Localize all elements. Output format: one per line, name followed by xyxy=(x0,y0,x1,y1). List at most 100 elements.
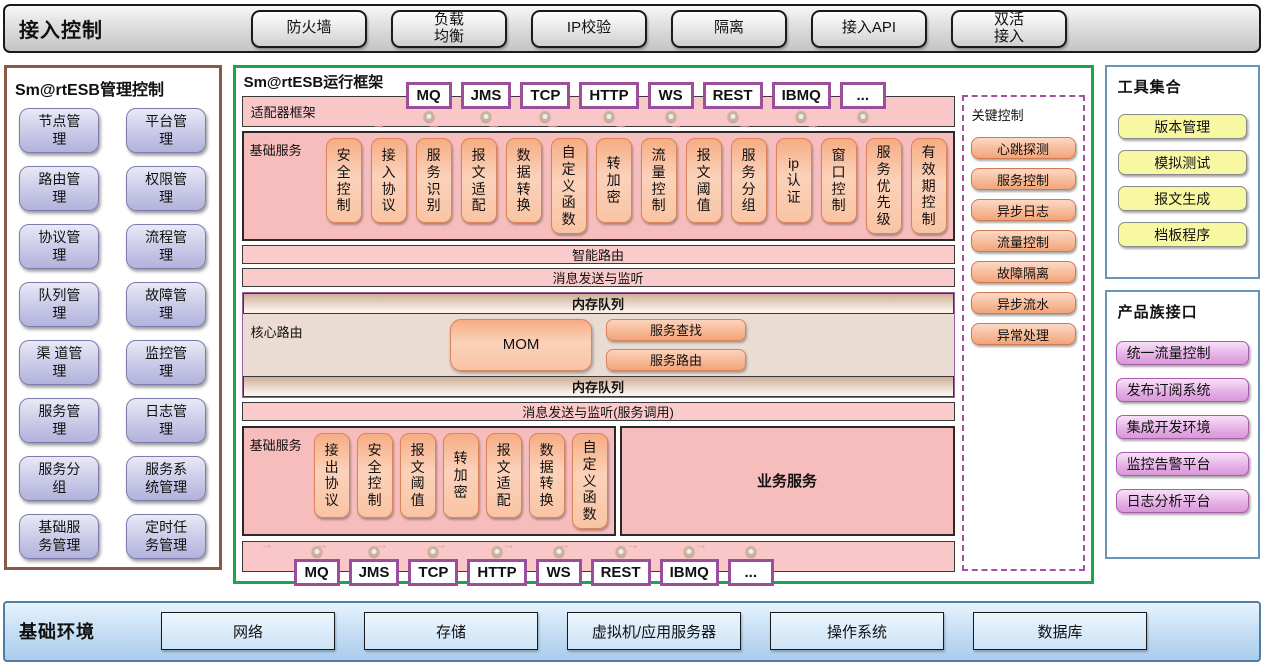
key-control-button[interactable]: 服务控制 xyxy=(971,168,1076,190)
service-route-button[interactable]: 服务路由 xyxy=(606,349,746,371)
tool-button[interactable]: 报文生成 xyxy=(1118,186,1247,211)
protocol-box[interactable]: TCP xyxy=(520,82,570,109)
protocol-label: HTTP xyxy=(477,564,516,581)
management-button[interactable]: 故障管理 xyxy=(126,282,206,327)
basic-service-item[interactable]: 流量控制 xyxy=(641,138,677,223)
protocol-box[interactable]: WS xyxy=(648,82,694,109)
basic-service-item[interactable]: ip认证 xyxy=(776,138,812,223)
management-button[interactable]: 监控管理 xyxy=(126,340,206,385)
basic-service-item[interactable]: 自定义函数 xyxy=(551,138,587,234)
management-button[interactable]: 节点管理 xyxy=(19,108,99,153)
access-control-button[interactable]: 双活 接入 xyxy=(951,10,1067,48)
basic-service-item[interactable]: 转加密 xyxy=(596,138,632,223)
protocol-box[interactable]: IBMQ xyxy=(660,559,719,586)
access-control-button[interactable]: 负载 均衡 xyxy=(391,10,507,48)
basic-service-item[interactable]: 数据转换 xyxy=(506,138,542,223)
mom-box[interactable]: MOM xyxy=(450,319,592,371)
management-button[interactable]: 路由管理 xyxy=(19,166,99,211)
key-control-items: 心跳探测 服务控制 异步日志 流量控制 故障隔离 异步流水 异常处理 xyxy=(971,137,1076,345)
protocol-label: TCP xyxy=(530,87,560,104)
key-control-button[interactable]: 流量控制 xyxy=(971,230,1076,252)
product-family-button[interactable]: 日志分析平台 xyxy=(1116,489,1249,513)
service-lookup-button[interactable]: 服务查找 xyxy=(606,319,746,341)
protocol-box[interactable]: ... xyxy=(728,559,774,586)
basic-service-item[interactable]: 窗口控制 xyxy=(821,138,857,223)
key-control-button[interactable]: 异步流水 xyxy=(971,292,1076,314)
basic-service-item[interactable]: 接入协议 xyxy=(371,138,407,223)
basic-service-item[interactable]: 服务分组 xyxy=(731,138,767,223)
key-control-button[interactable]: 异常处理 xyxy=(971,323,1076,345)
protocol-box[interactable]: REST xyxy=(703,82,763,109)
key-control-button[interactable]: 故障隔离 xyxy=(971,261,1076,283)
product-family-button[interactable]: 统一流量控制 xyxy=(1116,341,1249,365)
memory-queue-bottom-bar[interactable]: 内存队列 xyxy=(243,376,954,397)
runtime-framework-panel: Sm@rtESB运行框架 → MQ xyxy=(233,65,1094,584)
environment-button[interactable]: 存储 xyxy=(364,612,538,650)
basic-service-item[interactable]: 安全控制 xyxy=(357,433,393,518)
management-button[interactable]: 定时任务管理 xyxy=(126,514,206,559)
protocol-box[interactable]: WS xyxy=(536,559,582,586)
basic-service-item[interactable]: 数据转换 xyxy=(529,433,565,518)
access-control-button[interactable]: IP校验 xyxy=(531,10,647,48)
protocol-box[interactable]: JMS xyxy=(349,559,400,586)
protocol-box[interactable]: REST xyxy=(591,559,651,586)
environment-button[interactable]: 虚拟机/应用服务器 xyxy=(567,612,741,650)
management-button[interactable]: 协议管理 xyxy=(19,224,99,269)
access-control-button[interactable]: 接入API xyxy=(811,10,927,48)
management-button[interactable]: 日志管理 xyxy=(126,398,206,443)
product-family-button[interactable]: 发布订阅系统 xyxy=(1116,378,1249,402)
basic-service-item[interactable]: 转加密 xyxy=(443,433,479,518)
management-button[interactable]: 服务分组 xyxy=(19,456,99,501)
protocol-box[interactable]: JMS xyxy=(461,82,512,109)
smart-routing-bar[interactable]: 智能路由 xyxy=(242,245,955,264)
basic-service-item[interactable]: 服务识别 xyxy=(416,138,452,223)
key-control-button[interactable]: 心跳探测 xyxy=(971,137,1076,159)
access-control-button[interactable]: 防火墙 xyxy=(251,10,367,48)
product-family-button[interactable]: 监控告警平台 xyxy=(1116,452,1249,476)
management-button[interactable]: 流程管理 xyxy=(126,224,206,269)
environment-button[interactable]: 网络 xyxy=(161,612,335,650)
environment-button[interactable]: 数据库 xyxy=(973,612,1147,650)
basic-service-item[interactable]: 服务优先级 xyxy=(866,138,902,234)
memory-queue-top-bar[interactable]: 内存队列 xyxy=(243,293,954,314)
management-button[interactable]: 渠 道管理 xyxy=(19,340,99,385)
product-family-button[interactable]: 集成开发环境 xyxy=(1116,415,1249,439)
connector-dot-icon xyxy=(857,111,868,122)
basic-service-item[interactable]: 报文阈值 xyxy=(686,138,722,223)
tools-panel-title: 工具集合 xyxy=(1116,74,1249,103)
protocol-label: REST xyxy=(713,87,753,104)
tool-button[interactable]: 模拟测试 xyxy=(1118,150,1247,175)
management-button[interactable]: 队列管理 xyxy=(19,282,99,327)
basic-service-item[interactable]: 自定义函数 xyxy=(572,433,608,529)
protocol-box[interactable]: TCP xyxy=(408,559,458,586)
protocol-cell: → IBMQ xyxy=(660,559,719,586)
basic-service-item[interactable]: 报文适配 xyxy=(486,433,522,518)
protocol-box[interactable]: MQ xyxy=(406,82,452,109)
management-grid: 节点管理 平台管理 路由管理 权限管理 协议管理 流程管理 队列管理 故障管理 … xyxy=(9,108,217,559)
access-control-button[interactable]: 隔离 xyxy=(671,10,787,48)
protocol-cell: → TCP xyxy=(520,82,570,109)
management-button[interactable]: 服务系统管理 xyxy=(126,456,206,501)
basic-service-item[interactable]: 报文适配 xyxy=(461,138,497,223)
key-control-button[interactable]: 异步日志 xyxy=(971,199,1076,221)
protocol-box[interactable]: HTTP xyxy=(579,82,638,109)
protocol-box[interactable]: HTTP xyxy=(467,559,526,586)
environment-button[interactable]: 操作系统 xyxy=(770,612,944,650)
tool-button[interactable]: 档板程序 xyxy=(1118,222,1247,247)
protocol-box[interactable]: IBMQ xyxy=(772,82,831,109)
business-services-box[interactable]: 业务服务 xyxy=(620,426,955,536)
management-button[interactable]: 服务管理 xyxy=(19,398,99,443)
management-button[interactable]: 平台管理 xyxy=(126,108,206,153)
message-listen-bar[interactable]: 消息发送与监听 xyxy=(242,268,955,287)
management-button[interactable]: 权限管理 xyxy=(126,166,206,211)
tool-button[interactable]: 版本管理 xyxy=(1118,114,1247,139)
protocol-box[interactable]: ... xyxy=(840,82,886,109)
management-button[interactable]: 基础服务管理 xyxy=(19,514,99,559)
connector-dot-icon xyxy=(727,111,738,122)
message-listen-call-bar[interactable]: 消息发送与监听(服务调用) xyxy=(242,402,955,421)
basic-service-item[interactable]: 接出协议 xyxy=(314,433,350,518)
basic-service-item[interactable]: 报文阈值 xyxy=(400,433,436,518)
protocol-box[interactable]: MQ xyxy=(294,559,340,586)
basic-service-item[interactable]: 有效期控制 xyxy=(911,138,947,234)
basic-service-item[interactable]: 安全控制 xyxy=(326,138,362,223)
